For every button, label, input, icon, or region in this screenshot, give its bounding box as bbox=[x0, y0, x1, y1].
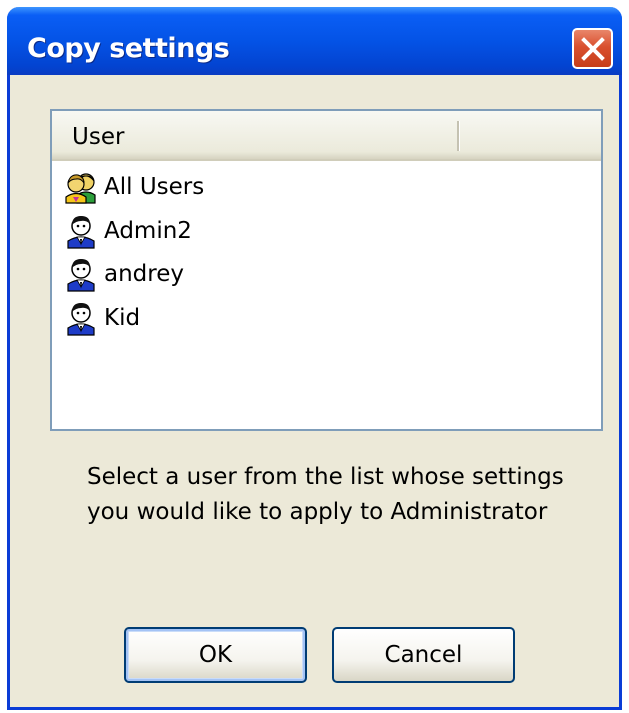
column-header-user[interactable]: User bbox=[52, 111, 457, 159]
close-button[interactable] bbox=[572, 28, 613, 69]
instruction-text: Select a user from the list whose settin… bbox=[87, 464, 564, 525]
list-item-label: andrey bbox=[104, 261, 184, 287]
title-bar[interactable]: Copy settings bbox=[7, 7, 622, 75]
copy-settings-dialog: Copy settings User All Users Admin2 andr… bbox=[7, 7, 622, 710]
ok-button[interactable]: OK bbox=[124, 627, 307, 683]
list-item-label: Kid bbox=[104, 305, 141, 331]
cancel-button[interactable]: Cancel bbox=[332, 627, 515, 683]
user-list[interactable]: User All Users Admin2 andrey Kid bbox=[50, 109, 603, 431]
list-header: User bbox=[52, 111, 601, 161]
list-item-andrey[interactable]: andrey bbox=[64, 254, 364, 294]
column-header-user-label: User bbox=[72, 124, 125, 150]
dialog-title: Copy settings bbox=[27, 33, 230, 64]
list-item-admin2[interactable]: Admin2 bbox=[64, 211, 364, 251]
user-icon bbox=[67, 259, 95, 292]
list-item-label: Admin2 bbox=[104, 218, 192, 244]
user-icon bbox=[67, 216, 95, 249]
list-item-all-users[interactable]: All Users bbox=[64, 167, 364, 207]
list-item-kid[interactable]: Kid bbox=[64, 298, 364, 338]
user-icon bbox=[67, 303, 95, 336]
column-header-empty[interactable] bbox=[460, 111, 601, 159]
list-item-label: All Users bbox=[104, 174, 205, 200]
users-group-icon bbox=[65, 173, 96, 204]
close-x-icon bbox=[580, 36, 605, 61]
